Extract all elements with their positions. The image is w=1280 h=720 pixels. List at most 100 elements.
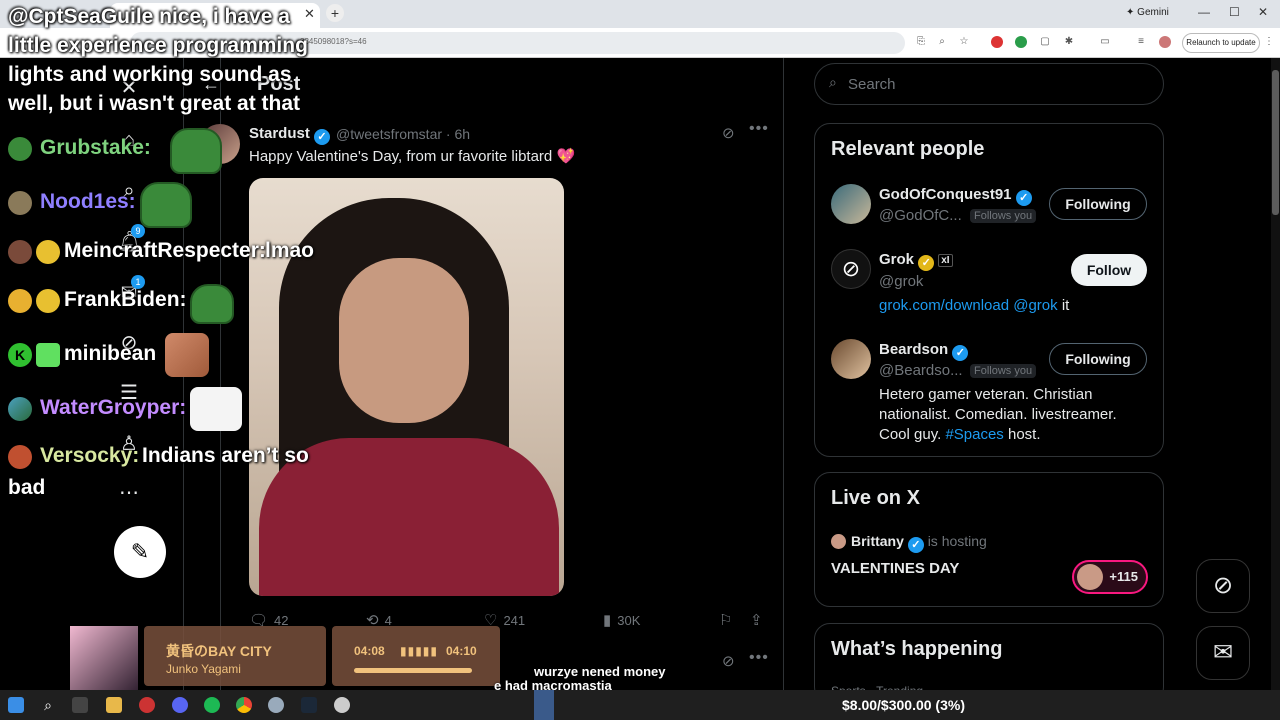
following-button[interactable]: Following [1049,188,1147,220]
host-name-text: Brittany [851,533,904,549]
author-name[interactable]: Stardust ✓ [249,125,331,145]
sidepanel-icon[interactable]: ▭ [1099,36,1111,48]
chat-username: MeincraftRespecter: [64,239,266,262]
gold-verified-icon: ✓ [918,255,935,271]
grok-explain-icon[interactable]: ⊘ [722,124,735,142]
share-button[interactable]: ⇪ [750,611,769,629]
gemini-button[interactable]: ✦ Gemini [1126,7,1169,18]
window-close-button[interactable]: ✕ [1258,5,1268,19]
overlay-message-line4: well, but i wasn't great at that [8,92,301,115]
new-tab-button[interactable]: + [326,4,344,22]
follow-button[interactable]: Follow [1071,254,1147,286]
chat-username: Nood1es: [40,190,136,213]
discord-icon[interactable] [172,697,188,713]
verified-badge-icon: ✓ [314,129,331,145]
avatar[interactable] [831,184,871,224]
maximize-button[interactable]: ☐ [1229,5,1240,19]
chat-badge-icon [8,240,32,264]
file-explorer-icon[interactable] [106,697,122,713]
notifications-badge: 9 [131,224,145,238]
search-icon[interactable]: ⌕ [40,697,56,713]
view-count: 30K [617,613,641,628]
zoom-icon[interactable]: ⌕ [936,36,948,48]
search-box[interactable]: ⌕ Search [814,63,1164,105]
menu-icon[interactable]: ⋮ [1263,36,1275,48]
more-circle-icon[interactable]: ⋯ [117,481,141,505]
search-input[interactable]: Search [848,76,896,93]
extension-icon[interactable]: ▢ [1039,36,1051,48]
song-info-box: 黄昏のBAY CITY Junko Yagami [144,626,326,686]
steam-icon[interactable] [301,697,317,713]
verified-badge-icon: ✓ [952,345,969,361]
url-text: 3345098018?s=46 [300,37,367,46]
donation-goal: $8.00/$300.00 (3%) [842,697,965,713]
bookmark-star-icon[interactable]: ☆ [958,36,970,48]
puzzle-icon[interactable]: ✱ [1063,36,1075,48]
scrollbar-thumb[interactable] [1272,70,1279,215]
avatar[interactable] [831,339,871,379]
chat-message-wrap: bad [8,476,46,499]
bio-link[interactable]: grok.com/download @grok [879,297,1058,314]
chat-badge-icon [8,397,32,421]
post-more-icon[interactable]: ••• [749,120,769,138]
grok-avatar-icon[interactable]: ⊘ [831,249,871,289]
audio-bars-icon: ▮▮▮▮▮ [400,644,439,658]
chat-username: minibean [64,342,157,365]
album-art [70,626,138,692]
minimize-button[interactable]: — [1198,5,1210,19]
spotify-icon[interactable] [204,697,220,713]
chat-badge-icon [8,445,32,469]
views-button[interactable]: ▮ 30K [603,611,640,629]
time-total: 04:10 [446,644,477,658]
song-artist: Junko Yagami [166,662,241,676]
song-title: 黄昏のBAY CITY [166,643,272,659]
image-face-shape [339,258,469,423]
messages-badge: 1 [131,275,145,289]
following-button[interactable]: Following [1049,343,1147,375]
sub-badge-icon [36,289,60,313]
start-icon[interactable] [8,697,24,713]
profile-avatar[interactable] [1159,36,1171,48]
relevant-people-title: Relevant people [831,138,985,160]
extension-red-icon[interactable] [991,36,1003,48]
person-name[interactable]: Grok ✓ xI [879,251,953,271]
messages-float-button[interactable]: ✉ [1196,626,1250,680]
listeners-pill[interactable]: +115 [1072,560,1148,594]
post-more-icon-2[interactable]: ••• [749,649,769,667]
app-red-icon[interactable] [139,697,155,713]
verified-badge-icon: ✓ [907,537,924,553]
space-title[interactable]: VALENTINES DAY [831,560,959,577]
person-name[interactable]: GodOfConquest91 ✓ [879,186,1032,206]
host-avatar [831,534,846,549]
author-handle[interactable]: @tweetsfromstar · 6h [336,126,470,142]
now-playing-widget: 黄昏のBAY CITY Junko Yagami 04:08 ▮▮▮▮▮ 04:… [70,626,500,692]
person-handle: @GodOfC... [879,207,962,224]
views-icon: ▮ [603,612,612,629]
grok-float-button[interactable]: ⊘ [1196,559,1250,613]
chrome-icon[interactable] [236,697,252,713]
chat-username: Versocky: [40,444,140,467]
chat-username: Grubstake: [40,136,151,159]
live-on-x-card: Live on X Brittany ✓ is hosting VALENTIN… [814,472,1164,607]
face-emote-icon [165,333,209,377]
mask-emote-icon [190,387,242,431]
relaunch-button[interactable]: Relaunch to update [1182,33,1260,53]
compose-post-button[interactable]: ✎ [114,526,166,578]
bookmark-button[interactable]: ⚐ [719,611,738,629]
person-name[interactable]: Beardson ✓ [879,341,969,361]
install-icon[interactable]: ⎘ [915,36,927,48]
task-view-icon[interactable] [72,697,88,713]
person-name-text: Grok [879,251,915,268]
reading-list-icon[interactable]: ≡ [1135,36,1147,48]
bio-hashtag[interactable]: #Spaces [945,426,1003,443]
tab-close-icon[interactable]: ✕ [304,6,315,22]
whats-happening-title: What’s happening [831,638,1003,660]
running-app-highlight[interactable] [534,690,554,720]
live-host[interactable]: Brittany ✓ is hosting [851,533,987,553]
author-name-text: Stardust [249,125,310,142]
app-icon-2[interactable] [334,697,350,713]
grok-explain-icon-2[interactable]: ⊘ [722,652,735,670]
column-right-border [783,58,784,690]
app-icon[interactable] [268,697,284,713]
extension-green-icon[interactable] [1015,36,1027,48]
